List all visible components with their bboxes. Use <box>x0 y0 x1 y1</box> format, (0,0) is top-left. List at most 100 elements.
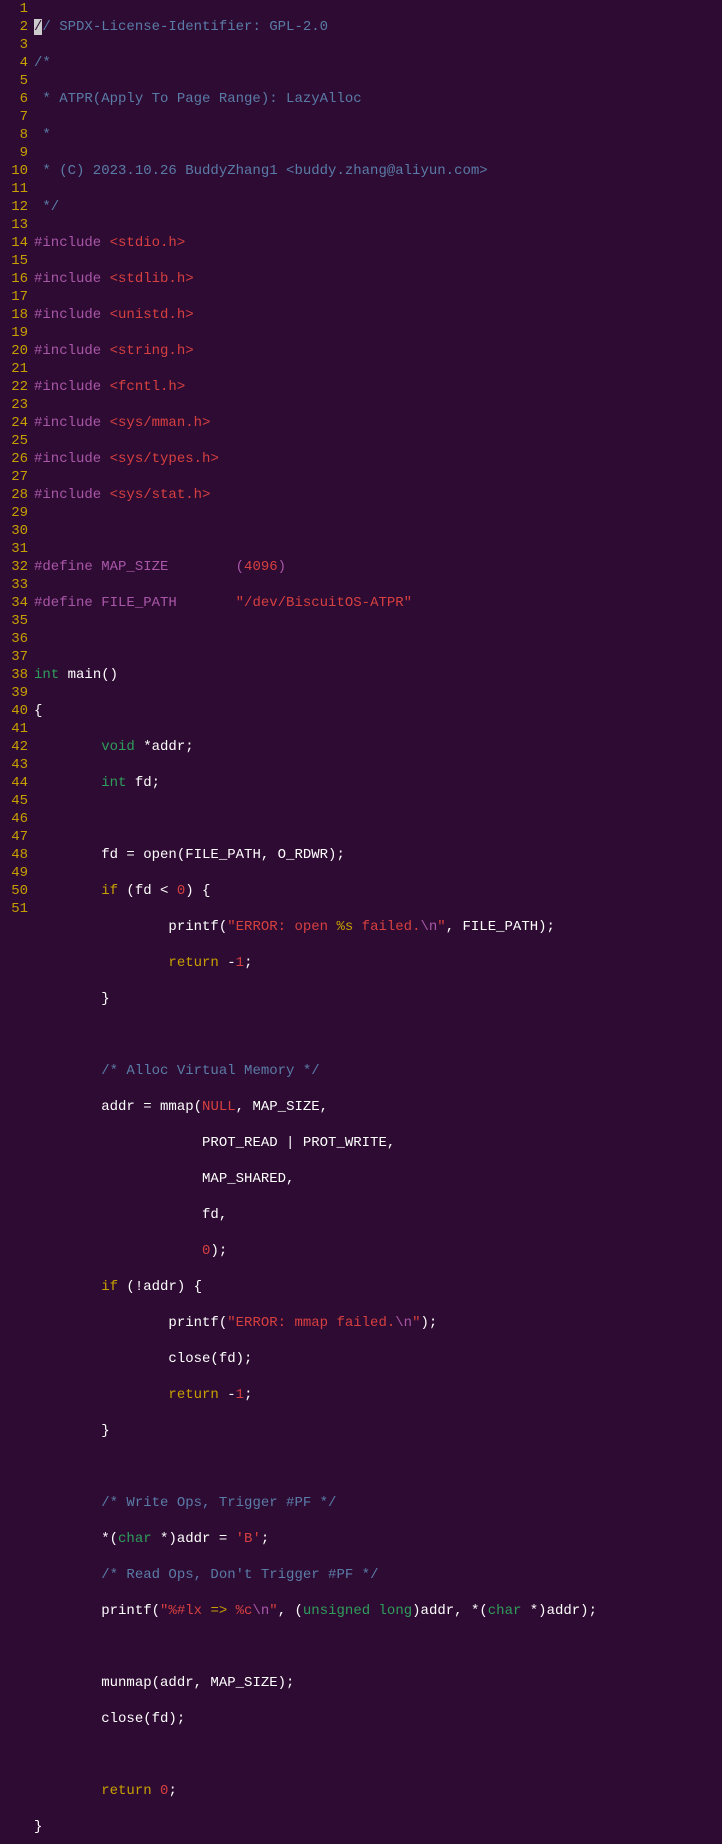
line-number: 18 <box>0 306 28 324</box>
line-number: 30 <box>0 522 28 540</box>
code-line: if (!addr) { <box>34 1278 722 1296</box>
line-number: 2 <box>0 18 28 36</box>
line-number: 32 <box>0 558 28 576</box>
code-line <box>34 630 722 648</box>
code-line: printf("%#lx => %c\n", (unsigned long)ad… <box>34 1602 722 1620</box>
line-number: 26 <box>0 450 28 468</box>
code-line: munmap(addr, MAP_SIZE); <box>34 1674 722 1692</box>
line-number: 16 <box>0 270 28 288</box>
line-number: 28 <box>0 486 28 504</box>
code-line: { <box>34 702 722 720</box>
code-line: if (fd < 0) { <box>34 882 722 900</box>
line-number: 48 <box>0 846 28 864</box>
line-number: 50 <box>0 882 28 900</box>
line-number: 33 <box>0 576 28 594</box>
code-line <box>34 1638 722 1656</box>
code-line: MAP_SHARED, <box>34 1170 722 1188</box>
line-number: 41 <box>0 720 28 738</box>
code-line: int main() <box>34 666 722 684</box>
code-line: #include <unistd.h> <box>34 306 722 324</box>
code-line: #include <stdio.h> <box>34 234 722 252</box>
code-line: #include <sys/stat.h> <box>34 486 722 504</box>
line-number: 1 <box>0 0 28 18</box>
line-number: 14 <box>0 234 28 252</box>
code-line: * ATPR(Apply To Page Range): LazyAlloc <box>34 90 722 108</box>
code-line <box>34 522 722 540</box>
code-line: 0); <box>34 1242 722 1260</box>
line-number: 47 <box>0 828 28 846</box>
code-line: #include <sys/types.h> <box>34 450 722 468</box>
line-number: 7 <box>0 108 28 126</box>
line-number: 11 <box>0 180 28 198</box>
code-line: void *addr; <box>34 738 722 756</box>
line-number: 19 <box>0 324 28 342</box>
code-line: addr = mmap(NULL, MAP_SIZE, <box>34 1098 722 1116</box>
line-number: 42 <box>0 738 28 756</box>
code-editor: 1 2 3 4 5 6 7 8 9 10 11 12 13 14 15 16 1… <box>0 0 722 1844</box>
line-number: 31 <box>0 540 28 558</box>
code-line: /* Alloc Virtual Memory */ <box>34 1062 722 1080</box>
code-line: * (C) 2023.10.26 BuddyZhang1 <buddy.zhan… <box>34 162 722 180</box>
code-line: /* <box>34 54 722 72</box>
code-line: } <box>34 990 722 1008</box>
code-line: */ <box>34 198 722 216</box>
line-number: 36 <box>0 630 28 648</box>
line-number: 8 <box>0 126 28 144</box>
code-line: /* Read Ops, Don't Trigger #PF */ <box>34 1566 722 1584</box>
line-number: 17 <box>0 288 28 306</box>
code-line: } <box>34 1422 722 1440</box>
code-line <box>34 1458 722 1476</box>
line-number: 35 <box>0 612 28 630</box>
code-area[interactable]: // SPDX-License-Identifier: GPL-2.0 /* *… <box>34 0 722 1844</box>
code-line: return -1; <box>34 1386 722 1404</box>
line-number: 25 <box>0 432 28 450</box>
code-line <box>34 810 722 828</box>
code-line: #define MAP_SIZE (4096) <box>34 558 722 576</box>
code-line: } <box>34 1818 722 1836</box>
line-number: 20 <box>0 342 28 360</box>
line-number: 21 <box>0 360 28 378</box>
line-number: 27 <box>0 468 28 486</box>
line-number: 38 <box>0 666 28 684</box>
line-number: 49 <box>0 864 28 882</box>
code-line: #define FILE_PATH "/dev/BiscuitOS-ATPR" <box>34 594 722 612</box>
code-line: close(fd); <box>34 1350 722 1368</box>
code-line: fd, <box>34 1206 722 1224</box>
line-number: 3 <box>0 36 28 54</box>
line-number: 15 <box>0 252 28 270</box>
code-line: #include <fcntl.h> <box>34 378 722 396</box>
line-number: 13 <box>0 216 28 234</box>
line-number: 43 <box>0 756 28 774</box>
line-number: 37 <box>0 648 28 666</box>
line-number: 24 <box>0 414 28 432</box>
line-number: 34 <box>0 594 28 612</box>
code-line: fd = open(FILE_PATH, O_RDWR); <box>34 846 722 864</box>
line-number: 12 <box>0 198 28 216</box>
code-line <box>34 1026 722 1044</box>
line-number: 51 <box>0 900 28 918</box>
code-line <box>34 1746 722 1764</box>
line-number: 46 <box>0 810 28 828</box>
line-number: 44 <box>0 774 28 792</box>
code-line: printf("ERROR: mmap failed.\n"); <box>34 1314 722 1332</box>
line-number: 9 <box>0 144 28 162</box>
code-line: *(char *)addr = 'B'; <box>34 1530 722 1548</box>
code-line: #include <sys/mman.h> <box>34 414 722 432</box>
code-line: #include <string.h> <box>34 342 722 360</box>
code-line: #include <stdlib.h> <box>34 270 722 288</box>
code-line: printf("ERROR: open %s failed.\n", FILE_… <box>34 918 722 936</box>
line-number: 5 <box>0 72 28 90</box>
line-number: 45 <box>0 792 28 810</box>
code-line: /* Write Ops, Trigger #PF */ <box>34 1494 722 1512</box>
code-line: return 0; <box>34 1782 722 1800</box>
line-number: 23 <box>0 396 28 414</box>
code-line: int fd; <box>34 774 722 792</box>
code-line: return -1; <box>34 954 722 972</box>
line-number-gutter: 1 2 3 4 5 6 7 8 9 10 11 12 13 14 15 16 1… <box>0 0 34 1844</box>
code-line: // SPDX-License-Identifier: GPL-2.0 <box>34 18 722 36</box>
line-number: 4 <box>0 54 28 72</box>
line-number: 6 <box>0 90 28 108</box>
line-number: 22 <box>0 378 28 396</box>
line-number: 10 <box>0 162 28 180</box>
code-line: * <box>34 126 722 144</box>
